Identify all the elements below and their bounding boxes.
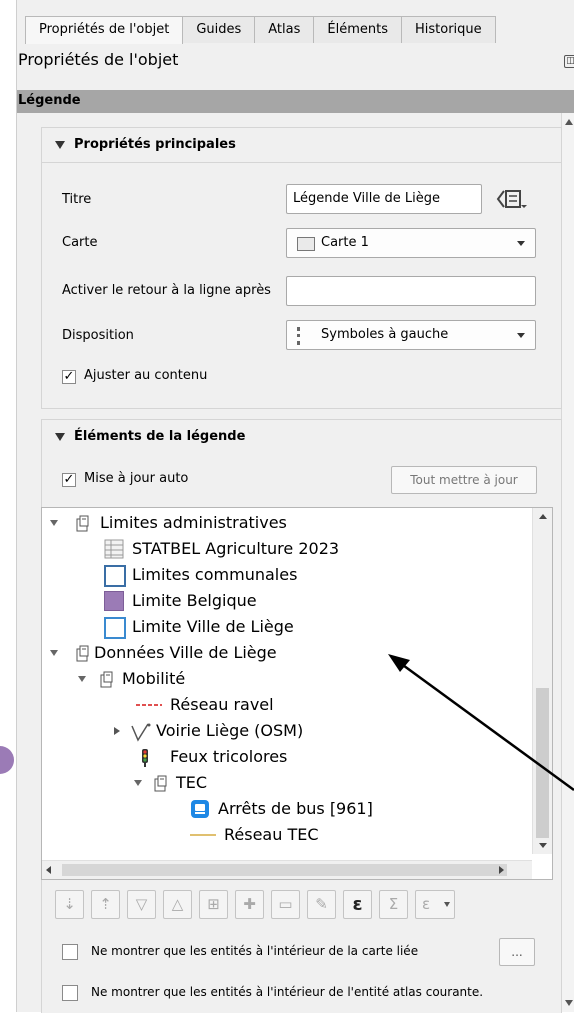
annotation-arrow — [388, 654, 574, 792]
